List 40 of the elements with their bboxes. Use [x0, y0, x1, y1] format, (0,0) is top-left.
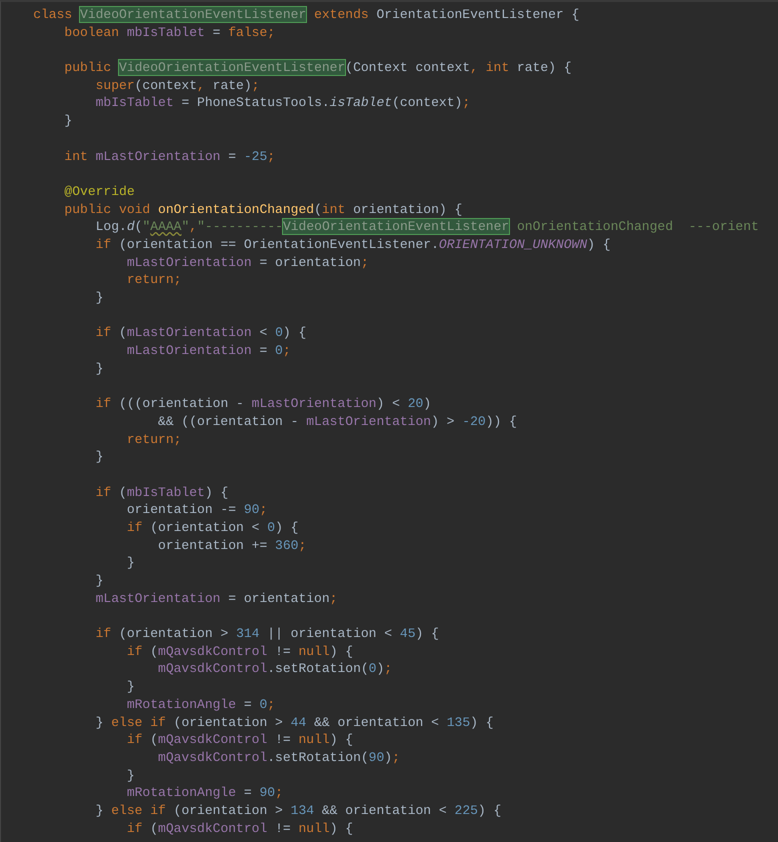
code-line: mRotationAngle = 90;	[126, 785, 283, 800]
code-line: boolean mbIsTablet = false;	[63, 24, 276, 40]
code-line: if (((orientation - mLastOrientation) < 20)	[94, 396, 432, 412]
code-line: }	[94, 290, 104, 305]
code-line: } else if (orientation > 44 && orientation < 135) {	[94, 714, 494, 730]
code-line: mQavsdkControl.setRotation(90);	[157, 750, 400, 765]
code-line: orientation -= 90;	[126, 502, 268, 518]
code-line: Log.d("AAAA","----------VideoOrientationEventListener onOrientationChanged ---orient	[94, 219, 759, 234]
code-line: } else if (orientation > 134 && orientation < 225) {	[94, 802, 502, 818]
code-line: mbIsTablet = PhoneStatusTools.isTablet(context);	[94, 95, 470, 110]
code-line: mRotationAngle = 0;	[126, 696, 276, 712]
code-line: return;	[126, 432, 182, 446]
code-line: super(context, rate);	[94, 78, 260, 93]
code-line: public VideoOrientationEventListener(Context context, int rate) {	[63, 60, 572, 76]
code-line: mLastOrientation = orientation;	[94, 590, 338, 606]
code-line: if (orientation < 0) {	[126, 520, 298, 535]
code-line: mLastOrientation = orientation;	[126, 254, 369, 270]
code-line: if (mQavsdkControl != null) {	[126, 644, 354, 659]
code-line: if (mLastOrientation < 0) {	[94, 325, 306, 340]
code-line: public void onOrientationChanged(int orientation) {	[63, 202, 462, 217]
code-line: if (mQavsdkControl != null) {	[126, 820, 354, 836]
code-line: mQavsdkControl.setRotation(0);	[157, 661, 392, 676]
code-line: }	[94, 360, 104, 376]
code-line: return;	[126, 272, 182, 288]
code-line: int mLastOrientation = -25;	[63, 148, 276, 164]
code-line: && ((orientation - mLastOrientation) > -20)) {	[157, 414, 517, 429]
code-line: orientation += 360;	[157, 538, 306, 553]
code-line: mLastOrientation = 0;	[126, 343, 291, 358]
code-line: @Override	[63, 184, 135, 199]
code-line: class VideoOrientationEventListener extends OrientationEventListener {	[32, 7, 580, 22]
code-line: }	[94, 573, 104, 588]
code-line: }	[126, 679, 135, 694]
code-line: }	[126, 555, 135, 570]
code-line: }	[126, 768, 135, 783]
code-line: if (mQavsdkControl != null) {	[126, 732, 354, 748]
code-line: }	[94, 449, 104, 464]
code-line: if (orientation > 314 || orientation < 45) {	[94, 626, 439, 642]
code-line: if (mbIsTablet) {	[94, 484, 228, 500]
code-line: if (orientation == OrientationEventListener.ORIENTATION_UNKNOWN) {	[94, 236, 611, 252]
code-line: }	[63, 113, 72, 128]
